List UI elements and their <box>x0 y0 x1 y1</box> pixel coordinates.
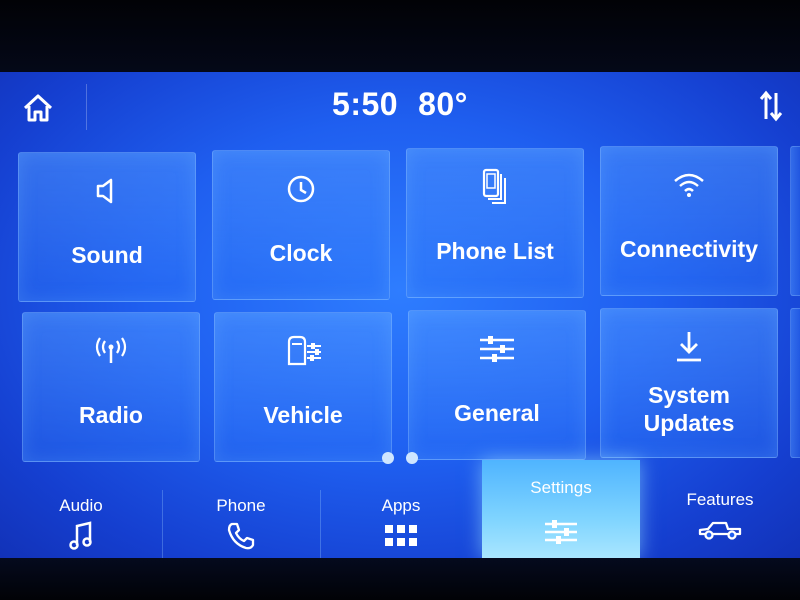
sort-arrows-icon <box>759 90 783 122</box>
tile-clock[interactable]: Clock <box>212 150 390 300</box>
nav-label: Audio <box>59 496 103 515</box>
tile-label: Clock <box>269 240 333 266</box>
display-bezel-bottom <box>0 558 800 600</box>
tile-radio[interactable]: Radio <box>22 312 200 462</box>
vehicle-settings-icon <box>287 335 321 366</box>
tile-label: System Updates <box>643 382 735 436</box>
infotainment-screen: 5:50 80° Sound Clock Phone List Connecti… <box>0 72 800 558</box>
nav-label: Features <box>686 490 754 509</box>
download-icon <box>677 332 701 362</box>
next-page-tile-edge <box>790 308 800 458</box>
nav-audio[interactable]: Audio <box>0 490 163 558</box>
apps-grid-icon <box>385 525 417 546</box>
phone-icon <box>227 522 255 550</box>
nav-apps[interactable]: Apps <box>320 490 483 558</box>
tile-system-updates[interactable]: System Updates <box>600 308 778 458</box>
clock-icon <box>287 175 315 203</box>
tile-label: Sound <box>71 242 143 268</box>
bottom-nav: Audio Phone Apps Settings Features <box>0 460 800 558</box>
wifi-icon <box>674 173 704 197</box>
settings-sliders-icon <box>545 520 577 544</box>
tile-vehicle[interactable]: Vehicle <box>214 312 392 462</box>
page-indicator <box>0 452 800 466</box>
sort-button[interactable] <box>752 86 790 126</box>
music-note-icon <box>69 521 92 550</box>
nav-settings[interactable]: Settings <box>482 460 640 558</box>
antenna-icon <box>95 337 127 363</box>
tile-connectivity[interactable]: Connectivity <box>600 146 778 296</box>
page-dot-1[interactable] <box>382 452 394 464</box>
tile-label: Phone List <box>436 238 554 264</box>
display-bezel-top <box>0 0 800 72</box>
tile-label: Connectivity <box>619 236 759 262</box>
tile-general[interactable]: General <box>408 310 586 460</box>
time-display: 5:50 <box>332 86 399 122</box>
truck-icon <box>698 521 742 540</box>
next-page-tile-edge <box>790 146 800 296</box>
tile-label: Radio <box>79 402 143 428</box>
tile-label: Vehicle <box>263 402 343 428</box>
nav-label: Settings <box>530 478 592 497</box>
page-dot-2[interactable] <box>406 452 418 464</box>
nav-label: Phone <box>216 496 266 515</box>
tile-phone-list[interactable]: Phone List <box>406 148 584 298</box>
nav-phone[interactable]: Phone <box>162 490 321 558</box>
nav-label: Apps <box>381 496 421 515</box>
tile-sound[interactable]: Sound <box>18 152 196 302</box>
status-header: 5:50 80° <box>0 72 800 140</box>
phone-list-icon <box>482 168 506 204</box>
temperature-display: 80° <box>418 86 468 122</box>
speaker-icon <box>96 178 113 204</box>
nav-features[interactable]: Features <box>640 490 800 558</box>
sliders-icon <box>480 336 514 362</box>
tile-label: General <box>454 400 540 426</box>
clock-temperature: 5:50 80° <box>0 86 800 123</box>
